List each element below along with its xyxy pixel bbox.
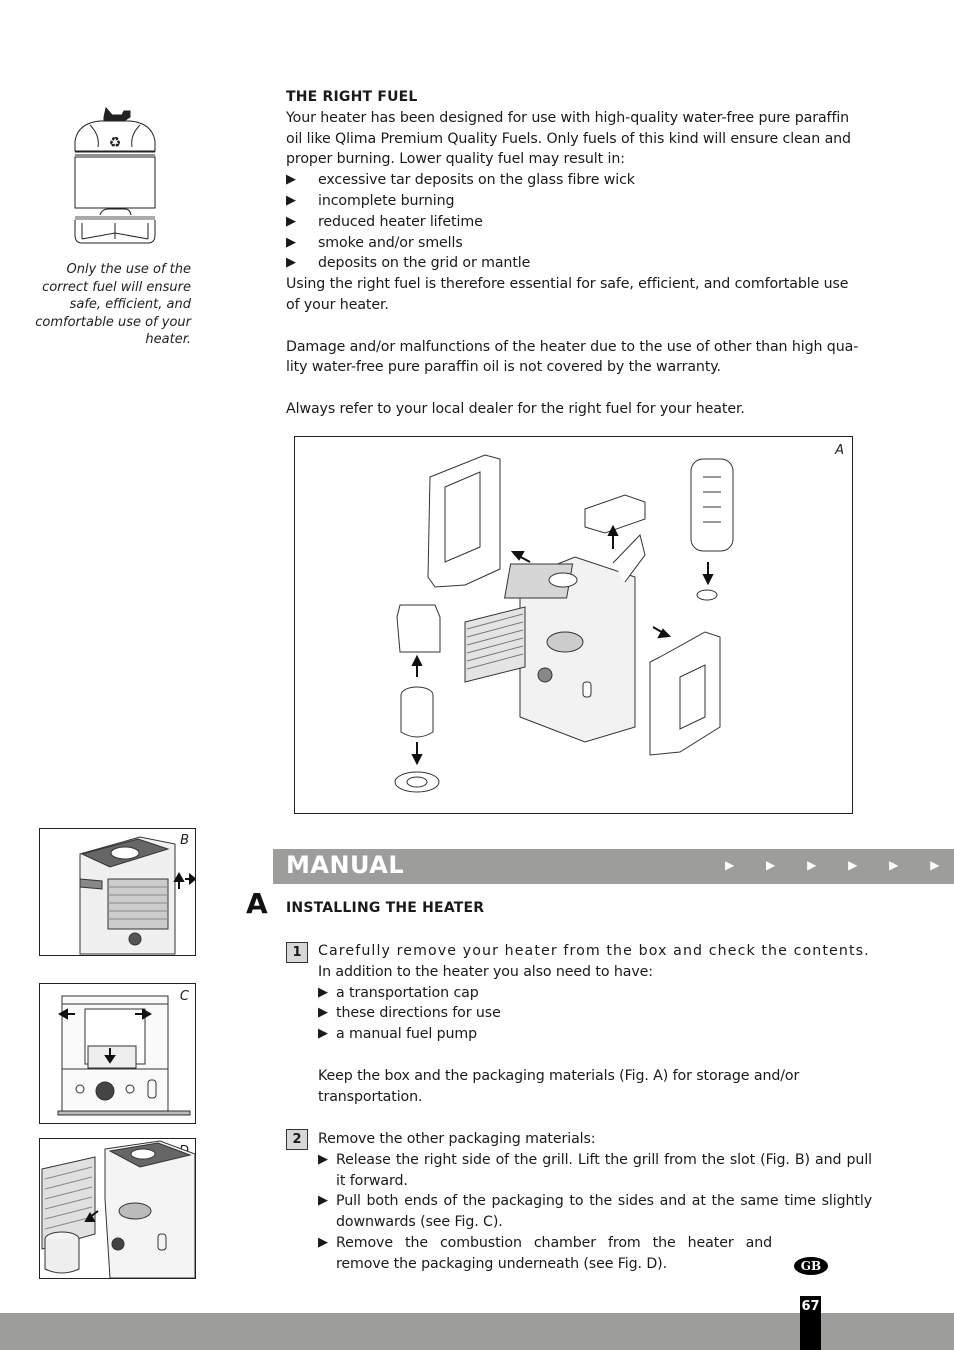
right-fuel-section: THE RIGHT FUEL Your heater has been desi…: [286, 87, 872, 420]
banner-arrows-icon: ▶ ▶ ▶ ▶ ▶ ▶: [725, 858, 954, 872]
step-number-badge: 1: [286, 942, 308, 963]
figure-b-grill-release: B: [39, 828, 196, 956]
consequence-list: ▶ excessive tar deposits on the glass fi…: [286, 170, 872, 274]
step-number-badge: 2: [286, 1129, 308, 1150]
section-heading: THE RIGHT FUEL: [286, 89, 418, 105]
bullet-arrow-icon: ▶: [318, 1026, 328, 1042]
list-item: ▶ these directions for use: [318, 1003, 872, 1024]
language-badge: GB: [794, 1257, 828, 1275]
list-item: ▶ a manual fuel pump: [318, 1024, 872, 1045]
figure-a-exploded-view: A: [294, 436, 853, 814]
banner-title: MANUAL: [286, 851, 405, 879]
list-item: ▶ deposits on the grid or mantle: [286, 253, 872, 274]
manual-banner: MANUAL ▶ ▶ ▶ ▶ ▶ ▶: [273, 849, 954, 884]
bullet-arrow-icon: ▶: [286, 192, 296, 208]
bullet-arrow-icon: ▶: [286, 172, 296, 188]
combustion-cylinder-cover: [396, 604, 441, 653]
fuel-can-illustration: ♻: [70, 105, 160, 247]
fuel-caption: Only the use of the correct fuel will en…: [35, 262, 191, 348]
bullet-arrow-icon: ▶: [318, 1151, 328, 1167]
washer: [696, 589, 718, 601]
dealer-note: Always refer to your local dealer for th…: [286, 400, 745, 417]
step-text: Remove the other packaging materials:: [318, 1131, 596, 1147]
list-item: ▶ reduced heater lifetime: [286, 212, 872, 233]
step-note: Keep the box and the packaging materials…: [318, 1067, 800, 1105]
page-number: 67: [800, 1296, 821, 1350]
bullet-arrow-icon: ▶: [318, 1234, 328, 1250]
bullet-arrow-icon: ▶: [286, 255, 296, 271]
top-cover-part: [690, 458, 734, 552]
list-item: ▶ Release the right side of the grill. L…: [318, 1150, 872, 1192]
bullet-arrow-icon: ▶: [286, 213, 296, 229]
combustion-chamber-illustration: [41, 1140, 195, 1278]
bullet-arrow-icon: ▶: [318, 1005, 328, 1021]
figure-c-packaging-pull: C: [39, 983, 196, 1124]
section-letter: A: [246, 887, 268, 920]
warranty-paragraph: Damage and/or malfunctions of the heater…: [286, 338, 859, 376]
list-item: ▶ smoke and/or smells: [286, 233, 872, 254]
bullet-arrow-icon: ▶: [318, 1193, 328, 1209]
intro-paragraph: Your heater has been designed for use wi…: [286, 109, 851, 168]
heater-grill: [464, 606, 526, 683]
recycle-icon: ♻: [109, 135, 122, 151]
step-text: In addition to the heater you also need …: [318, 963, 653, 980]
list-item: ▶ Remove the combustion chamber from the…: [318, 1233, 872, 1275]
packaging-diagram: [394, 454, 734, 793]
fuel-can-icon: ♻: [74, 106, 156, 244]
heater-grill-illustration: [79, 836, 195, 955]
bullet-arrow-icon: ▶: [318, 984, 328, 1000]
list-item: ▶ a transportation cap: [318, 983, 872, 1004]
heater-front-illustration: [57, 995, 191, 1116]
step-1-content: Carefully remove your heater from the bo…: [318, 941, 872, 1107]
list-item: ▶ Pull both ends of the packaging to the…: [318, 1191, 872, 1233]
step-text: Carefully remove your heater from the bo…: [318, 943, 870, 959]
list-item: ▶ incomplete burning: [286, 191, 872, 212]
direction-arrows: [173, 871, 195, 889]
top-foam-block: [584, 494, 646, 534]
bullet-arrow-icon: ▶: [286, 234, 296, 250]
step-2-content: Remove the other packaging materials: ▶ …: [318, 1129, 872, 1275]
figure-d-combustion-chamber: D: [39, 1138, 196, 1279]
installing-heading: INSTALLING THE HEATER: [286, 900, 485, 916]
list-item: ▶ excessive tar deposits on the glass fi…: [286, 170, 872, 191]
conclusion-paragraph: Using the right fuel is therefore essent…: [286, 276, 849, 313]
